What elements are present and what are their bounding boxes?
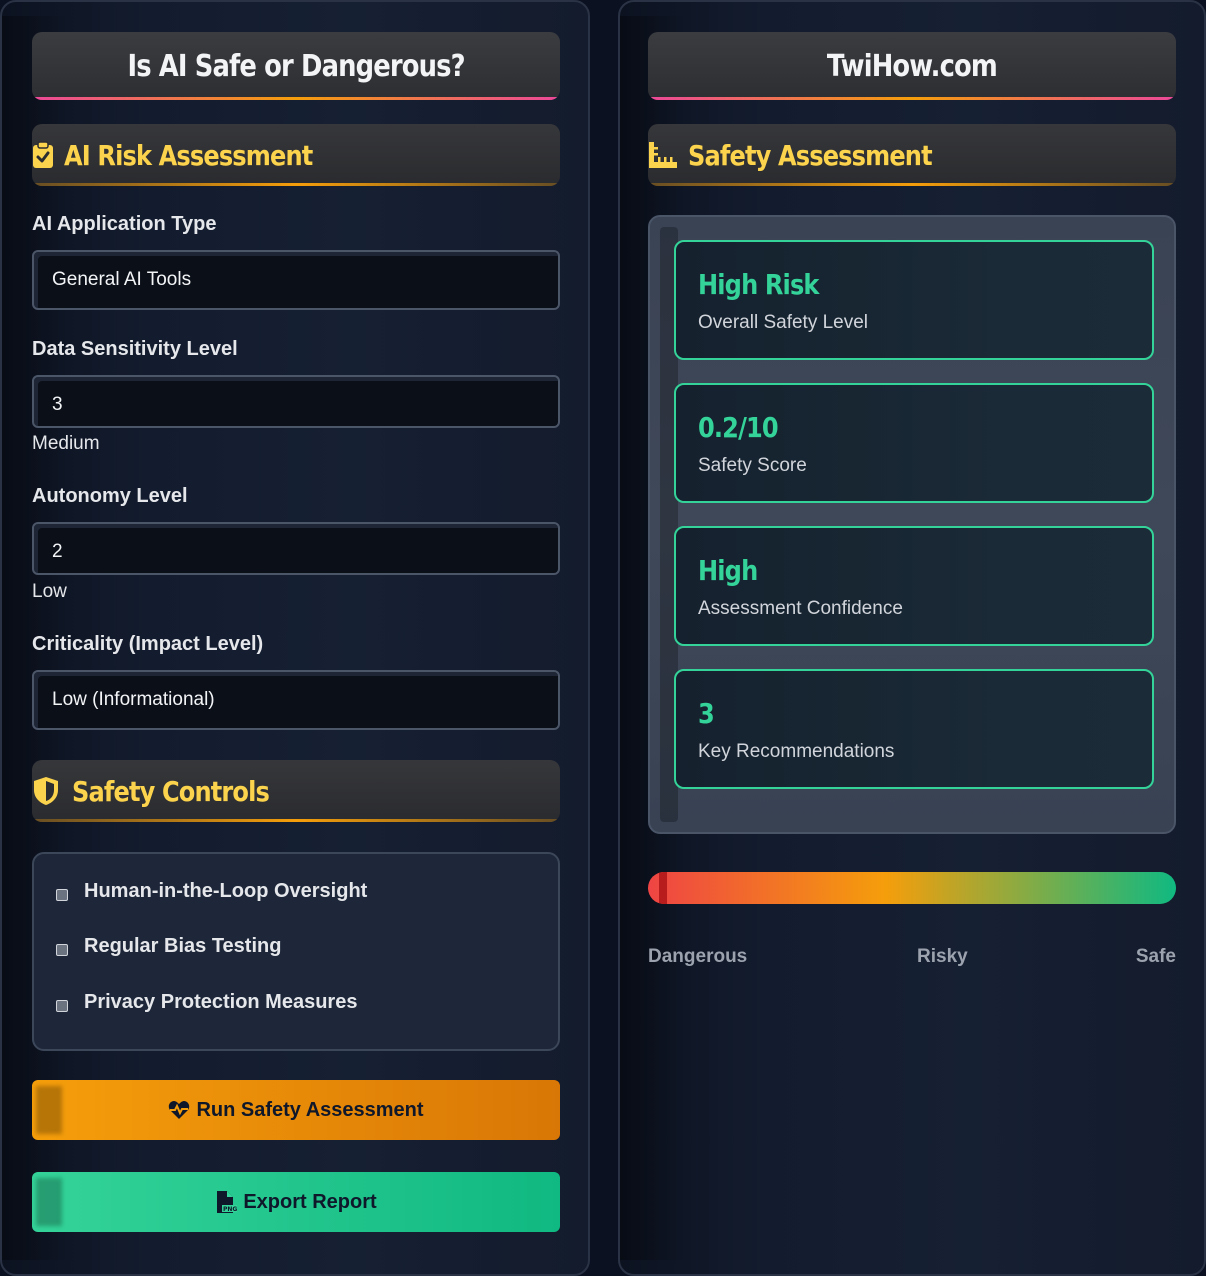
metric-caption: Assessment Confidence <box>698 598 903 619</box>
ruler-icon <box>648 140 680 170</box>
app-type-value: General AI Tools <box>52 269 192 290</box>
metric-value: 0.2/10 <box>698 411 779 444</box>
control-item-privacy-protection[interactable]: Privacy Protection Measures <box>56 991 357 1014</box>
metric-safety-score: 0.2/10 Safety Score <box>674 383 1154 503</box>
risk-assessment-heading: AI Risk Assessment <box>64 138 313 172</box>
control-item-bias-testing[interactable]: Regular Bias Testing <box>56 935 281 958</box>
export-report-button[interactable]: PNG Export Report <box>32 1172 560 1232</box>
data-sensitivity-hint: Medium <box>32 433 100 454</box>
gauge-marker <box>659 872 667 904</box>
safety-gauge-bar <box>648 872 1176 904</box>
run-assessment-button[interactable]: Run Safety Assessment <box>32 1080 560 1140</box>
checkbox[interactable] <box>56 943 68 956</box>
criticality-value: Low (Informational) <box>52 689 215 710</box>
gauge-label-safe: Safe <box>1135 946 1176 967</box>
metric-caption: Safety Score <box>698 455 807 476</box>
export-report-label: Export Report <box>243 1190 377 1213</box>
control-item-human-oversight[interactable]: Human-in-the-Loop Oversight <box>56 880 367 903</box>
risk-input-panel: Is AI Safe or Dangerous? AI Risk Assessm… <box>0 0 590 1276</box>
data-sensitivity-value: 3 <box>52 394 63 415</box>
safety-assessment-header: Safety Assessment <box>648 124 1176 186</box>
svg-text:PNG: PNG <box>223 1206 237 1213</box>
gauge-label-dangerous: Dangerous <box>648 946 748 967</box>
autonomy-hint: Low <box>32 581 67 602</box>
data-sensitivity-label: Data Sensitivity Level <box>32 338 238 360</box>
assessment-result-panel: TwiHow.com Safety Assessment High Risk O… <box>618 0 1206 1276</box>
gauge-label-risky: Risky <box>917 946 968 967</box>
safety-assessment-heading: Safety Assessment <box>688 138 933 172</box>
metric-caption: Key Recommendations <box>698 741 895 762</box>
data-sensitivity-input[interactable]: 3 <box>32 375 560 428</box>
metric-recommendations: 3 Key Recommendations <box>674 669 1154 789</box>
site-title: TwiHow.com <box>826 48 998 84</box>
metric-value: High Risk <box>698 268 819 301</box>
checkbox[interactable] <box>56 888 68 901</box>
metric-value: High <box>698 554 758 587</box>
site-title-box: TwiHow.com <box>648 32 1176 100</box>
metrics-container: High Risk Overall Safety Level 0.2/10 Sa… <box>648 215 1176 834</box>
autonomy-input[interactable]: 2 <box>32 522 560 575</box>
metric-caption: Overall Safety Level <box>698 312 869 333</box>
criticality-label: Criticality (Impact Level) <box>32 633 264 655</box>
metric-value: 3 <box>698 697 715 730</box>
autonomy-value: 2 <box>52 541 63 562</box>
risk-assessment-header: AI Risk Assessment <box>32 124 560 186</box>
page-title: Is AI Safe or Dangerous? <box>127 48 465 84</box>
app-type-select[interactable]: General AI Tools <box>32 250 560 310</box>
app-type-label: AI Application Type <box>32 213 217 235</box>
autonomy-label: Autonomy Level <box>32 485 188 507</box>
run-assessment-label: Run Safety Assessment <box>196 1098 424 1121</box>
metric-overall-level: High Risk Overall Safety Level <box>674 240 1154 360</box>
metric-confidence: High Assessment Confidence <box>674 526 1154 646</box>
safety-controls-header: Safety Controls <box>32 760 560 822</box>
criticality-select[interactable]: Low (Informational) <box>32 670 560 730</box>
safety-controls-list: Human-in-the-Loop Oversight Regular Bias… <box>32 852 560 1051</box>
page-title-box: Is AI Safe or Dangerous? <box>32 32 560 100</box>
clipboard-check-icon <box>32 140 56 170</box>
file-png-icon: PNG <box>215 1190 238 1214</box>
shield-icon <box>32 776 64 806</box>
heart-pulse-icon <box>168 1100 190 1120</box>
checkbox[interactable] <box>56 999 68 1012</box>
safety-controls-heading: Safety Controls <box>72 774 270 808</box>
